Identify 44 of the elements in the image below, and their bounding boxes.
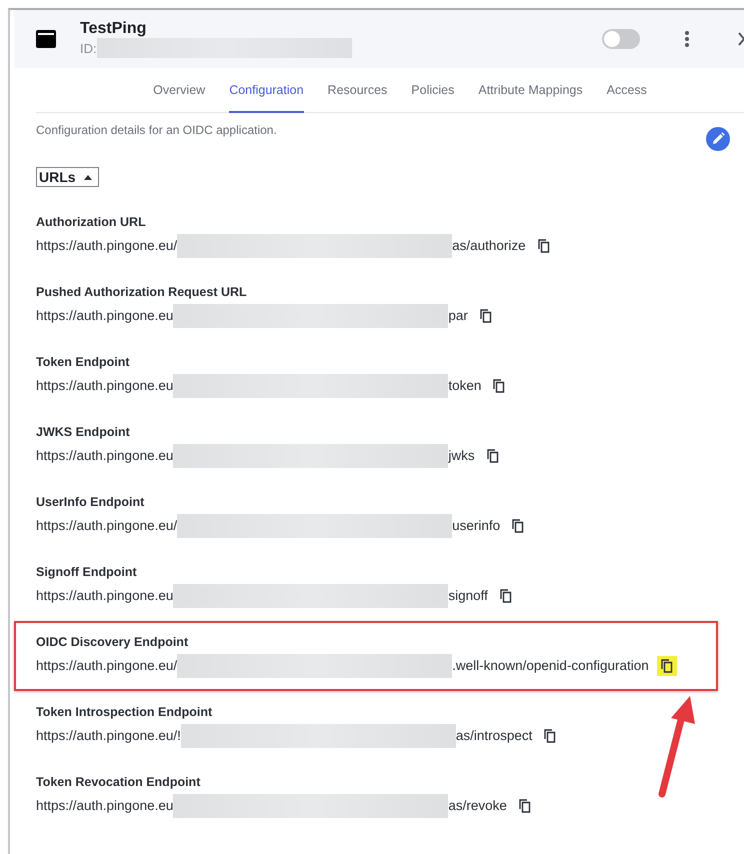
tab[interactable]: Policies bbox=[411, 68, 454, 113]
url-suffix: as/authorize bbox=[452, 237, 526, 255]
url-prefix: https://auth.pingone.eu/ bbox=[36, 657, 178, 675]
copy-button[interactable] bbox=[656, 656, 677, 676]
url-suffix: jwks bbox=[448, 447, 475, 465]
pencil-icon bbox=[711, 132, 725, 146]
more-icon[interactable] bbox=[684, 31, 690, 47]
app-title: TestPing bbox=[80, 20, 148, 38]
url-prefix: https://auth.pingone.eu/ bbox=[36, 237, 178, 255]
url-prefix: https://auth.pingone.eu/! bbox=[36, 727, 181, 745]
section-dropdown[interactable]: URLs bbox=[36, 167, 99, 187]
tab[interactable]: Access bbox=[606, 68, 647, 113]
tab[interactable]: Resources bbox=[328, 68, 388, 113]
url-label: Token Introspection Endpoint bbox=[36, 704, 214, 720]
url-prefix: https://auth.pingone.eu bbox=[36, 447, 174, 465]
url-label: UserInfo Endpoint bbox=[36, 494, 146, 510]
url-label: Token Endpoint bbox=[36, 354, 131, 370]
url-label: Signoff Endpoint bbox=[36, 564, 138, 580]
url-label: JWKS Endpoint bbox=[36, 424, 131, 440]
url-suffix: as/revoke bbox=[448, 797, 507, 815]
url-prefix: https://auth.pingone.eu/ bbox=[36, 517, 178, 535]
url-label: Pushed Authorization Request URL bbox=[36, 284, 248, 300]
url-suffix: userinfo bbox=[452, 517, 500, 535]
edit-button[interactable] bbox=[706, 127, 730, 151]
tab[interactable]: Attribute Mappings bbox=[478, 68, 583, 113]
url-label: Token Revocation Endpoint bbox=[36, 774, 202, 790]
url-prefix: https://auth.pingone.eu bbox=[36, 797, 174, 815]
tab[interactable]: Overview bbox=[153, 68, 206, 113]
url-prefix: https://auth.pingone.eu bbox=[36, 587, 174, 605]
url-suffix: signoff bbox=[448, 587, 488, 605]
enable-toggle[interactable] bbox=[602, 29, 640, 49]
window-icon bbox=[36, 30, 56, 48]
url-suffix: .well-known/openid-configuration bbox=[452, 657, 649, 675]
url-suffix: token bbox=[448, 377, 482, 395]
caret-icon bbox=[84, 174, 92, 180]
url-prefix: https://auth.pingone.eu bbox=[36, 377, 174, 395]
id-label: ID: bbox=[80, 40, 97, 56]
tab[interactable]: Configuration bbox=[229, 68, 304, 113]
url-prefix: https://auth.pingone.eu bbox=[36, 307, 174, 325]
url-label: Authorization URL bbox=[36, 214, 147, 230]
url-label: OIDC Discovery Endpoint bbox=[36, 634, 190, 650]
url-suffix: par bbox=[448, 307, 468, 325]
url-suffix: as/introspect bbox=[456, 727, 532, 745]
description-text: Configuration details for an OIDC application. bbox=[36, 123, 277, 139]
